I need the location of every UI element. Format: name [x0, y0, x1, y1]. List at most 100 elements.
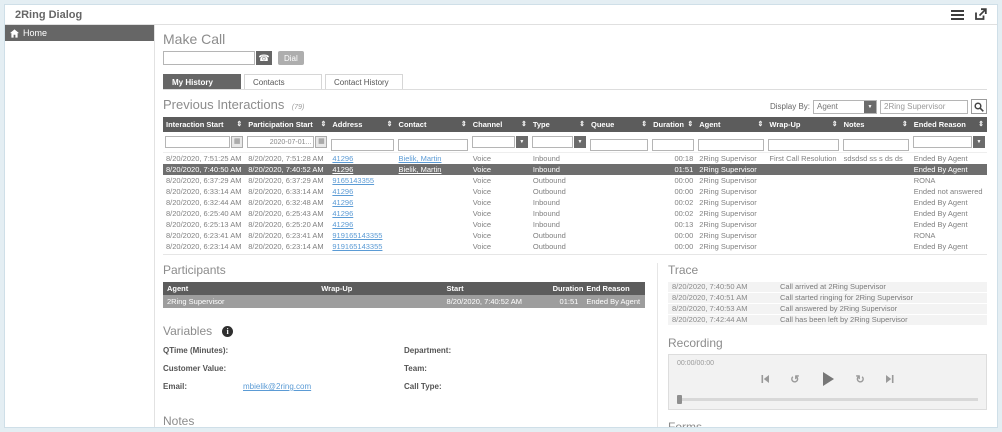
play-icon[interactable] [820, 371, 836, 387]
table-row[interactable]: 8/20/2020, 6:20:11 AM8/20/2020, 6:20:11 … [163, 252, 987, 255]
notes-title: Notes [163, 414, 195, 428]
filter-notes[interactable] [842, 138, 909, 151]
chevron-down-icon[interactable]: ▼ [515, 136, 528, 148]
col-type[interactable]: Type ⇕ [529, 117, 588, 132]
col-duration[interactable]: Duration ⇕ [650, 117, 697, 132]
table-row[interactable]: 8/20/2020, 6:25:13 AM 8/20/2020, 6:25:20 … [163, 219, 987, 230]
filter-contact[interactable] [397, 138, 468, 151]
col-wrap-up[interactable]: Wrap-Up ⇕ [766, 117, 841, 132]
address-link[interactable]: 41296 [332, 209, 353, 218]
filter-agent[interactable] [698, 138, 765, 151]
rewind-icon[interactable]: ↺ [790, 373, 799, 386]
home-icon [10, 28, 19, 38]
tab-my-history[interactable]: My History [163, 74, 241, 89]
sort-icon: ⇕ [687, 121, 694, 128]
skip-forward-icon[interactable] [885, 374, 895, 384]
chevron-down-icon[interactable]: ▼ [574, 136, 586, 148]
interactions-tbody: 8/20/2020, 7:51:25 AM 8/20/2020, 7:51:28 … [163, 153, 987, 255]
address-link[interactable]: 919165143355 [332, 253, 382, 255]
tab-contacts[interactable]: Contacts [244, 74, 322, 89]
table-row[interactable]: 8/20/2020, 6:32:44 AM 8/20/2020, 6:32:48 … [163, 197, 987, 208]
table-row[interactable]: 8/20/2020, 6:23:41 AM 8/20/2020, 6:23:41 … [163, 230, 987, 241]
address-link[interactable]: 9165143355 [332, 176, 374, 185]
table-header-row: Interaction Start ⇕ Participation Start ⇕ … [163, 117, 987, 132]
address-link[interactable]: 41296 [332, 187, 353, 196]
sort-icon: ⇕ [641, 121, 648, 128]
filter-duration[interactable] [652, 138, 695, 151]
address-link[interactable]: 919165143355 [332, 242, 382, 251]
col-queue[interactable]: Queue ⇕ [588, 117, 651, 132]
address-link[interactable]: 41296 [332, 154, 353, 163]
popout-icon[interactable] [974, 8, 987, 21]
filter-ended-reason[interactable] [912, 136, 972, 148]
make-call-input[interactable] [163, 51, 255, 65]
col-contact[interactable]: Contact ⇕ [395, 117, 470, 132]
interactions-table: Interaction Start ⇕ Participation Start ⇕ … [163, 117, 987, 255]
trace-entry: 8/20/2020, 7:40:50 AM Call arrived at 2Ri… [668, 282, 987, 293]
sort-icon: ⇕ [460, 121, 467, 128]
col-participation-start[interactable]: Participation Start ⇕ [245, 117, 330, 132]
contact-link[interactable]: Bielik, Martin [399, 165, 442, 174]
table-row[interactable]: 8/20/2020, 6:25:40 AM 8/20/2020, 6:25:43 … [163, 208, 987, 219]
filter-address[interactable] [331, 138, 394, 151]
sort-icon: ⇕ [831, 121, 838, 128]
tab-contact-history[interactable]: Contact History [325, 74, 403, 89]
display-by-search-input[interactable] [880, 99, 968, 114]
address-link[interactable]: 41296 [332, 198, 353, 207]
calendar-icon[interactable]: ▦ [231, 136, 244, 148]
phone-icon[interactable]: ☎ [256, 51, 272, 65]
app-window: 2Ring Dialog Home Make Call ☎ Dial My Hi… [4, 4, 998, 428]
chevron-down-icon[interactable]: ▼ [973, 136, 985, 148]
trace-list: 8/20/2020, 7:40:50 AM Call arrived at 2Ri… [668, 282, 987, 326]
field-label: Email: [163, 382, 188, 391]
make-call-title: Make Call [163, 31, 226, 47]
playback-time: 00:00/00:00 [677, 360, 714, 367]
sort-icon: ⇕ [386, 121, 393, 128]
table-row[interactable]: 8/20/2020, 6:37:29 AM 8/20/2020, 6:37:29 … [163, 175, 987, 186]
filter-wrap-up[interactable] [768, 138, 839, 151]
col-ended-reason[interactable]: Ended Reason ⇕ [910, 117, 987, 132]
filter-type[interactable] [531, 136, 573, 148]
search-icon[interactable] [971, 99, 987, 114]
chevron-down-icon: ▼ [864, 100, 876, 113]
seek-handle[interactable] [677, 395, 682, 404]
col-channel[interactable]: Channel ⇕ [469, 117, 530, 132]
contact-link[interactable]: Bielik, Martin [399, 154, 442, 163]
sidebar-item-label: Home [23, 28, 48, 38]
display-by-select[interactable]: Agent ▼ [813, 99, 877, 114]
table-row[interactable]: 8/20/2020, 6:23:14 AM 8/20/2020, 6:23:14 … [163, 241, 987, 252]
filter-queue[interactable] [590, 138, 649, 151]
field-label: Team: [404, 364, 427, 373]
info-icon[interactable]: i [222, 325, 234, 337]
address-link[interactable]: 41296 [332, 165, 353, 174]
dial-button[interactable]: Dial [278, 51, 304, 65]
main-content: Make Call ☎ Dial My History Contacts Con… [155, 25, 997, 427]
filter-participation-start[interactable] [247, 136, 315, 148]
filter-interaction-start[interactable] [165, 136, 231, 148]
calendar-icon[interactable]: ▦ [315, 136, 328, 148]
forward-icon[interactable]: ↻ [856, 373, 865, 386]
seek-bar[interactable] [677, 398, 978, 401]
skip-back-icon[interactable] [760, 374, 770, 384]
address-link[interactable]: 919165143355 [332, 231, 382, 240]
sort-icon: ⇕ [901, 121, 908, 128]
col-interaction-start[interactable]: Interaction Start ⇕ [163, 117, 246, 132]
table-row[interactable]: 8/20/2020, 7:40:50 AM 8/20/2020, 7:40:52 … [163, 163, 987, 175]
filter-channel[interactable] [471, 136, 515, 148]
table-row[interactable]: 8/20/2020, 7:51:25 AM 8/20/2020, 7:51:28 … [163, 153, 987, 164]
tab-bar: My History Contacts Contact History [163, 74, 987, 90]
filter-row: ▦ ▦ ▼ ▼ ▼ [163, 132, 987, 153]
variables-title: Variables [163, 324, 213, 338]
sidebar: Home [5, 25, 155, 427]
variables-grid: QTime (Minutes): Customer Value: Email: m… [163, 346, 645, 400]
display-by-label: Display By: [769, 102, 810, 111]
address-link[interactable]: 41296 [332, 220, 353, 229]
table-row[interactable]: 8/20/2020, 6:33:14 AM 8/20/2020, 6:33:14 … [163, 186, 987, 197]
col-agent[interactable]: Agent ⇕ [696, 117, 767, 132]
col-address[interactable]: Address ⇕ [329, 117, 396, 132]
menu-icon[interactable] [951, 9, 964, 20]
participant-row[interactable]: 2Ring Supervisor 8/20/2020, 7:40:52 AM 0… [163, 295, 645, 308]
sidebar-item-home[interactable]: Home [5, 25, 154, 41]
email-link[interactable]: mbielik@2ring.com [243, 382, 311, 391]
col-notes[interactable]: Notes ⇕ [840, 117, 911, 132]
